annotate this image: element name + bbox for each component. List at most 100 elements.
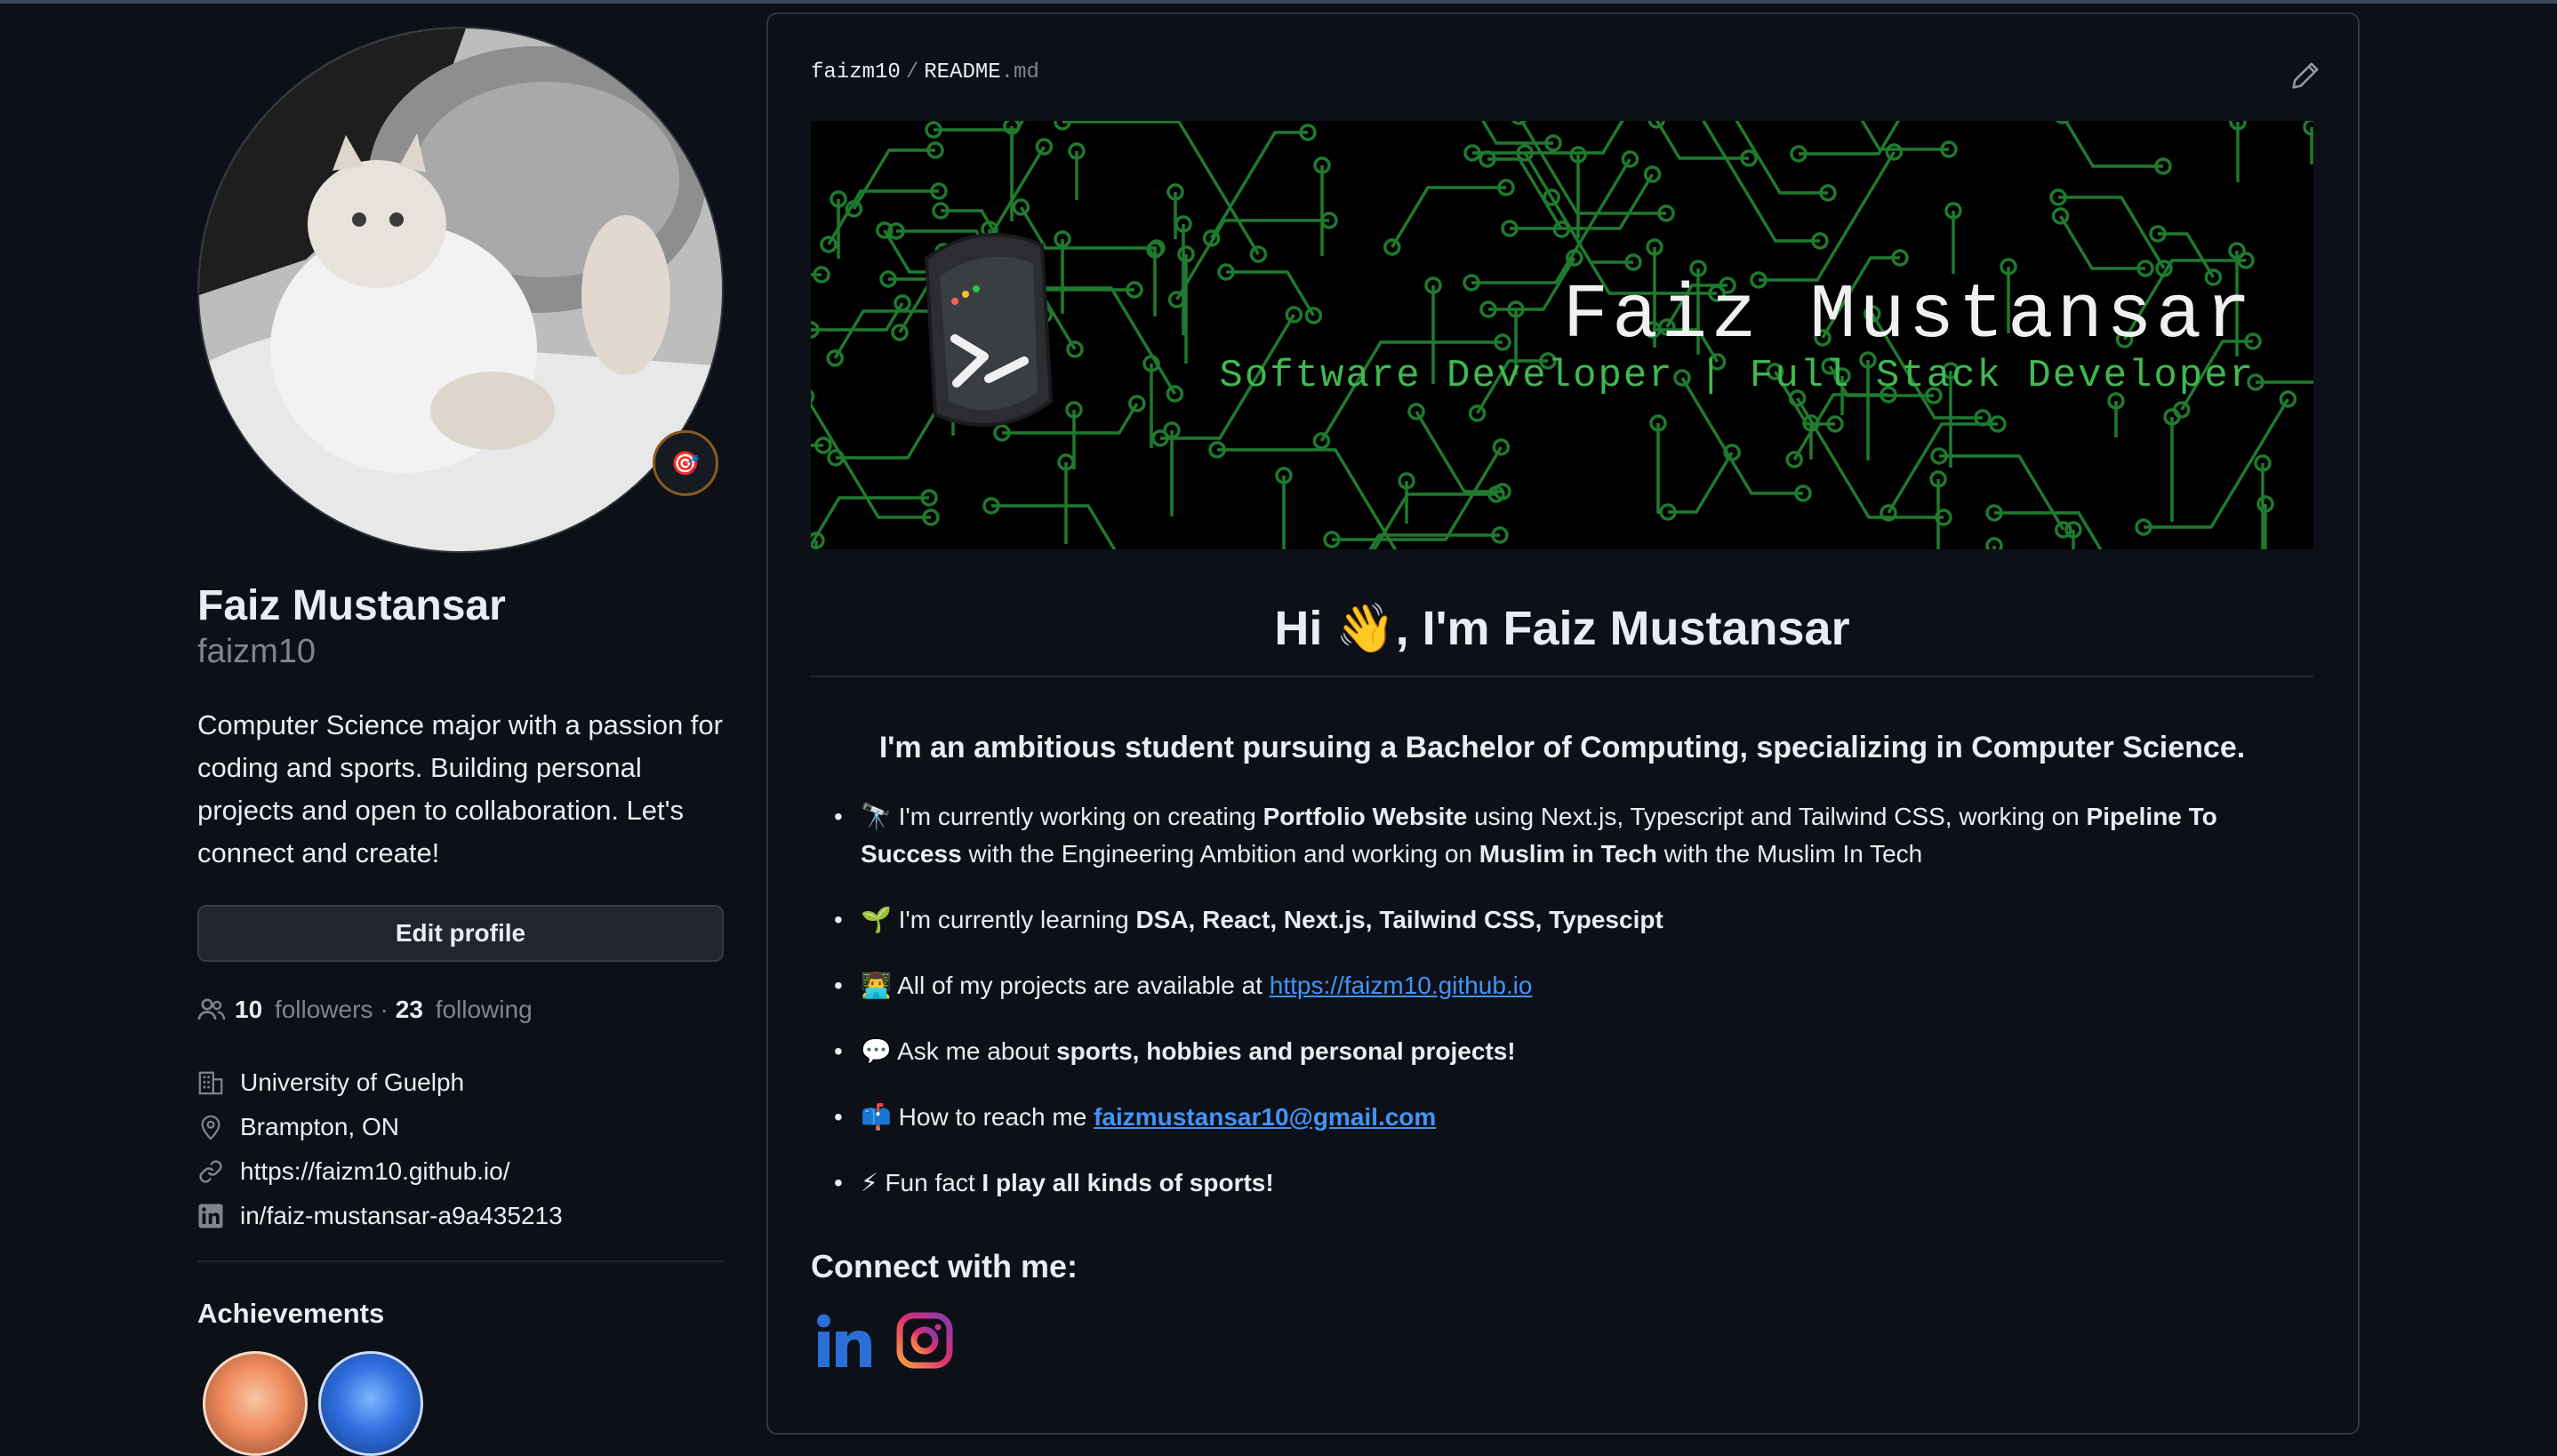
readme-intro: I'm an ambitious student pursuing a Bach… (878, 731, 2246, 764)
detail-organization: University of Guelph (197, 1065, 464, 1100)
technologist-icon: 👨‍💻 (861, 972, 892, 999)
bullet-bold: Muslim in Tech (1479, 840, 1657, 868)
circuit-trace (1210, 131, 1308, 239)
organization-icon (198, 1071, 223, 1095)
profile-name: Faiz Mustansar (197, 582, 506, 629)
circuit-trace (1510, 173, 1655, 230)
readme-owner[interactable]: faizm10 (811, 60, 901, 84)
email-link[interactable]: faizmustansar10@gmail.com (1094, 1103, 1436, 1131)
status-emoji-button[interactable]: 🎯 (653, 430, 718, 496)
bullet-bold: sports, hobbies and personal projects! (1056, 1037, 1516, 1065)
achievements-heading: Achievements (197, 1298, 385, 1329)
following-label: following (435, 996, 533, 1023)
edit-profile-button[interactable]: Edit profile (197, 905, 724, 962)
telescope-icon: 🔭 (861, 803, 892, 830)
bullet-text: with the Muslim In Tech (1656, 840, 1923, 868)
profile-bio: Computer Science major with a passion fo… (197, 709, 723, 868)
readme-bullet-list: 🔭 I'm currently working on creating Port… (811, 798, 2278, 1230)
circuit-trace (1368, 533, 1500, 549)
circuit-node (1249, 245, 1268, 263)
readme-banner: Faiz Mustansar Software Developer | Full… (811, 121, 2313, 549)
circuit-trace (1415, 411, 1503, 493)
detail-linkedin[interactable]: in/faiz-mustansar-a9a435213 (197, 1198, 563, 1234)
profile-sidebar: 🎯 Faiz Mustansar faizm10 Computer Scienc… (197, 0, 724, 1456)
bullet-text: I'm currently working on creating (891, 803, 1263, 830)
circuit-node (811, 389, 815, 404)
circuit-node (1166, 385, 1184, 403)
circuit-trace (1472, 121, 1624, 155)
circuit-trace (1994, 511, 2103, 549)
list-item: 🔭 I'm currently working on creating Port… (811, 798, 2278, 873)
bullet-text: How to reach me (891, 1103, 1094, 1131)
heading-rule (811, 676, 2313, 677)
linkedin-icon (198, 1204, 223, 1228)
circuit-trace (1887, 422, 1998, 514)
banner-name: Faiz Mustansar (1562, 272, 2255, 359)
achievement-badge-2[interactable] (318, 1351, 423, 1456)
path-slash: / (905, 60, 919, 84)
lightning-icon: ⚡ (861, 1169, 878, 1196)
projects-link[interactable]: https://faizm10.github.io (1270, 972, 1533, 999)
speech-bubble-icon: 💬 (861, 1037, 892, 1065)
followers-label: followers (274, 996, 373, 1023)
separator-dot: · (380, 996, 389, 1023)
linkedin-link[interactable]: in/faiz-mustansar-a9a435213 (240, 1202, 563, 1230)
pencil-icon[interactable] (2290, 60, 2321, 91)
circuit-trace (1939, 454, 2065, 531)
profile-username: faizm10 (197, 633, 317, 670)
bullet-text: Ask me about (891, 1037, 1057, 1065)
following-link[interactable]: 23 following (396, 996, 533, 1024)
list-item: 🌱 I'm currently learning DSA, React, Nex… (811, 901, 2278, 939)
circuit-node (2056, 121, 2070, 124)
circuit-node (1167, 291, 1186, 308)
circuit-trace (2064, 121, 2163, 168)
followers-link[interactable]: 10 followers (235, 996, 373, 1024)
followers-count: 10 (235, 996, 263, 1023)
bullet-text: Fun fact (878, 1169, 982, 1196)
circuit-trace (1701, 121, 1820, 243)
avatar-image (199, 28, 722, 551)
list-item: 👨‍💻 All of my projects are available at … (811, 967, 2278, 1004)
bullet-bold: Portfolio Website (1262, 803, 1468, 830)
list-item: 📫 How to reach me faizmustansar10@gmail.… (811, 1099, 2278, 1136)
circuit-trace (1759, 151, 1896, 282)
circuit-trace (1471, 158, 1631, 284)
circuit-node (1035, 138, 1054, 156)
location-icon (201, 1115, 220, 1140)
circuit-trace (2058, 196, 2166, 269)
bullet-text: using Next.js, Typescript and Tailwind C… (1467, 803, 2087, 830)
connect-heading: Connect with me: (811, 1248, 1078, 1284)
follow-stats: 10 followers · 23 following (197, 992, 533, 1028)
bullet-bold: I play all kinds of sports! (982, 1169, 1274, 1196)
circuit-node (1128, 395, 1146, 412)
website-link[interactable]: https://faizm10.github.io/ (240, 1157, 510, 1186)
readme-extension: .md (1000, 60, 1039, 84)
bullet-bold: DSA, React, Next.js, Tailwind CSS, Types… (1135, 906, 1663, 933)
circuit-trace (1668, 452, 1734, 514)
list-item: 💬 Ask me about sports, hobbies and perso… (811, 1033, 2278, 1070)
circuit-node (1511, 121, 1527, 125)
organization-text: University of Guelph (240, 1068, 465, 1096)
achievement-badge-1[interactable] (203, 1351, 308, 1456)
target-icon: 🎯 (670, 449, 701, 476)
detail-location: Brampton, ON (197, 1109, 399, 1145)
detail-website[interactable]: https://faizm10.github.io/ (197, 1154, 510, 1189)
people-icon (197, 998, 226, 1020)
bullet-text: with the Engineering Ambition and workin… (961, 840, 1479, 868)
readme-heading: Hi 👋, I'm Faiz Mustansar (1274, 602, 1850, 655)
link-icon (199, 1160, 222, 1183)
readme-filename: README (924, 60, 1001, 84)
circuit-trace (1519, 121, 1666, 215)
linkedin-logo-icon[interactable] (816, 1314, 878, 1369)
terminal-icon (924, 233, 1054, 427)
circuit-trace (1062, 121, 1260, 255)
circuit-trace (2059, 215, 2145, 270)
avatar[interactable] (197, 27, 724, 553)
circuit-trace (991, 504, 1117, 549)
circuit-trace (852, 148, 935, 210)
sidebar-divider (197, 1260, 724, 1262)
circuit-trace (811, 302, 904, 332)
instagram-logo-icon[interactable] (896, 1312, 953, 1369)
circuit-trace (1480, 121, 1553, 145)
list-item: ⚡ Fun fact I play all kinds of sports! (811, 1164, 2278, 1202)
